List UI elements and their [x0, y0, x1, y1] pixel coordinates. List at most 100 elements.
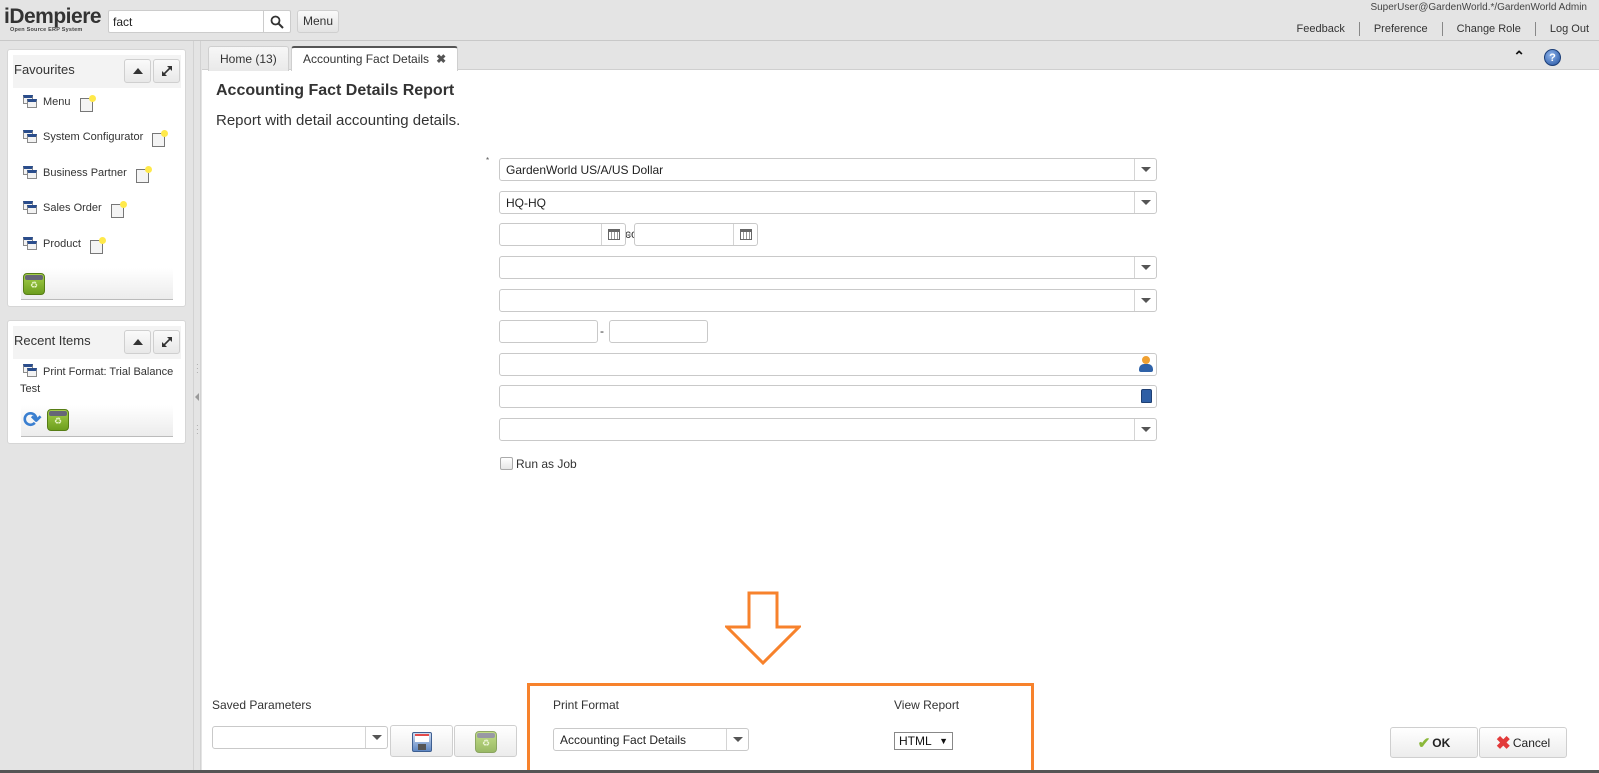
account-key-from[interactable] [499, 320, 598, 343]
recent-items-collapse-button[interactable] [124, 330, 151, 354]
favourite-item-system-configurator[interactable]: System Configurator [23, 128, 169, 147]
recent-item-label: Print Format: Trial Balance Test [20, 366, 174, 395]
chevron-down-icon [1140, 200, 1151, 205]
window-icon [23, 201, 38, 215]
print-format-select[interactable]: Accounting Fact Details [553, 728, 749, 751]
favourites-header: Favourites [13, 55, 181, 88]
chevron-down-icon [1140, 167, 1151, 172]
run-as-job-label[interactable]: Run as Job [516, 457, 577, 471]
accounting-schema-select[interactable]: GardenWorld US/A/US Dollar [499, 158, 1157, 181]
grip-icon: · · · [196, 421, 199, 438]
close-tab-icon[interactable]: ✖ [436, 52, 446, 66]
view-report-select[interactable]: HTML ▼ [894, 732, 953, 750]
change-role-link[interactable]: Change Role [1441, 22, 1535, 36]
idempiere-logo[interactable]: iDempiere Open Source ERP System [4, 5, 104, 35]
tax-select[interactable] [499, 418, 1157, 441]
trash-icon [475, 731, 497, 753]
business-partner-search[interactable] [499, 353, 1157, 376]
account-select[interactable] [499, 289, 1157, 312]
organization-select[interactable]: HQ-HQ [499, 191, 1157, 214]
cancel-button[interactable]: ✖ Cancel [1479, 727, 1567, 758]
recent-items-panel: Recent Items Print Format: Trial Balance… [7, 320, 186, 444]
tab-accounting-fact-details[interactable]: Accounting Fact Details ✖ [291, 46, 459, 71]
key-range-separator: - [600, 324, 604, 338]
window-icon [23, 237, 38, 251]
ok-label: OK [1432, 735, 1451, 750]
account-date-from-calendar-button[interactable] [601, 224, 625, 245]
view-report-value: HTML [899, 734, 932, 748]
account-key-to[interactable] [609, 320, 708, 343]
chevron-down-icon [1140, 265, 1151, 270]
desktop-shortcut-icon[interactable] [89, 237, 106, 254]
required-marker: * [486, 156, 490, 165]
delete-parameters-button[interactable] [454, 725, 517, 757]
product-icon[interactable] [1141, 389, 1152, 403]
view-report-label: View Report [894, 698, 960, 712]
logout-link[interactable]: Log Out [1534, 22, 1589, 36]
save-parameters-button[interactable] [390, 725, 453, 757]
account-date-to-calendar-button[interactable] [733, 224, 757, 245]
trash-icon[interactable] [23, 273, 45, 295]
favourite-item-business-partner[interactable]: Business Partner [23, 164, 152, 183]
tab-home[interactable]: Home (13) [208, 46, 289, 71]
period-select[interactable] [499, 256, 1157, 279]
chevron-down-icon [1140, 427, 1151, 432]
recent-item[interactable]: Print Format: Trial Balance Test [20, 364, 180, 398]
page-description: Report with detail accounting details. [216, 112, 461, 129]
desktop-shortcut-icon[interactable] [152, 130, 169, 147]
desktop-shortcut-icon[interactable] [79, 95, 96, 112]
account-date-to[interactable] [634, 223, 758, 246]
run-as-job-checkbox[interactable] [500, 457, 513, 470]
business-partner-icon[interactable] [1139, 356, 1153, 373]
favourite-label: System Configurator [43, 131, 144, 143]
saved-parameters-dropdown[interactable] [365, 727, 387, 748]
feedback-link[interactable]: Feedback [1283, 22, 1359, 36]
tab-label: Accounting Fact Details [303, 52, 430, 66]
calendar-icon [607, 229, 620, 240]
favourites-maximize-button[interactable] [153, 59, 180, 83]
window-icon [23, 130, 38, 144]
recent-items-footer: ⟳ [21, 405, 173, 437]
product-search[interactable] [499, 385, 1157, 408]
ok-button[interactable]: ✔ OK [1390, 727, 1478, 758]
favourite-label: Product [43, 238, 81, 250]
saved-parameters-label: Saved Parameters [212, 698, 312, 712]
menu-button[interactable]: Menu [297, 10, 340, 33]
checkmark-icon: ✔ [1417, 734, 1431, 752]
desktop-shortcut-icon[interactable] [135, 166, 152, 183]
favourite-item-product[interactable]: Product [23, 235, 106, 254]
logo-text: iDempiere [4, 5, 102, 28]
favourites-panel: Favourites Menu System Configurator Busi… [7, 49, 186, 307]
account-dropdown[interactable] [1134, 290, 1156, 311]
desktop-shortcut-icon[interactable] [110, 201, 127, 218]
account-date-from[interactable] [499, 223, 626, 246]
collapse-left-icon[interactable] [195, 393, 199, 401]
organization-dropdown[interactable] [1134, 192, 1156, 213]
favourite-item-sales-order[interactable]: Sales Order [23, 199, 127, 218]
recent-items-maximize-button[interactable] [153, 330, 180, 354]
search-input[interactable] [109, 11, 259, 32]
save-icon [412, 732, 432, 752]
period-dropdown[interactable] [1134, 257, 1156, 278]
preference-link[interactable]: Preference [1358, 22, 1442, 36]
favourites-collapse-button[interactable] [124, 59, 151, 83]
tab-label: Home (13) [220, 52, 277, 66]
double-chevron-up-icon[interactable]: ⌃ [1513, 48, 1525, 65]
app-header: iDempiere Open Source ERP System Menu Su… [0, 0, 1599, 41]
window-icon [23, 166, 38, 180]
west-splitter[interactable]: · · · · · · [193, 41, 201, 773]
print-format-dropdown[interactable] [726, 729, 748, 750]
accounting-schema-dropdown[interactable] [1134, 159, 1156, 180]
grip-icon: · · · [196, 360, 199, 377]
tax-dropdown[interactable] [1134, 419, 1156, 440]
refresh-icon[interactable]: ⟳ [23, 409, 45, 431]
favourite-item-menu[interactable]: Menu [23, 93, 96, 112]
cancel-label: Cancel [1512, 735, 1551, 750]
help-icon[interactable]: ? [1544, 49, 1561, 66]
page-title: Accounting Fact Details Report [216, 82, 455, 99]
favourite-label: Sales Order [43, 202, 102, 214]
search-button[interactable] [263, 11, 290, 32]
cancel-x-icon: ✖ [1495, 732, 1511, 753]
saved-parameters-select[interactable] [212, 726, 388, 749]
trash-icon[interactable] [47, 409, 69, 431]
